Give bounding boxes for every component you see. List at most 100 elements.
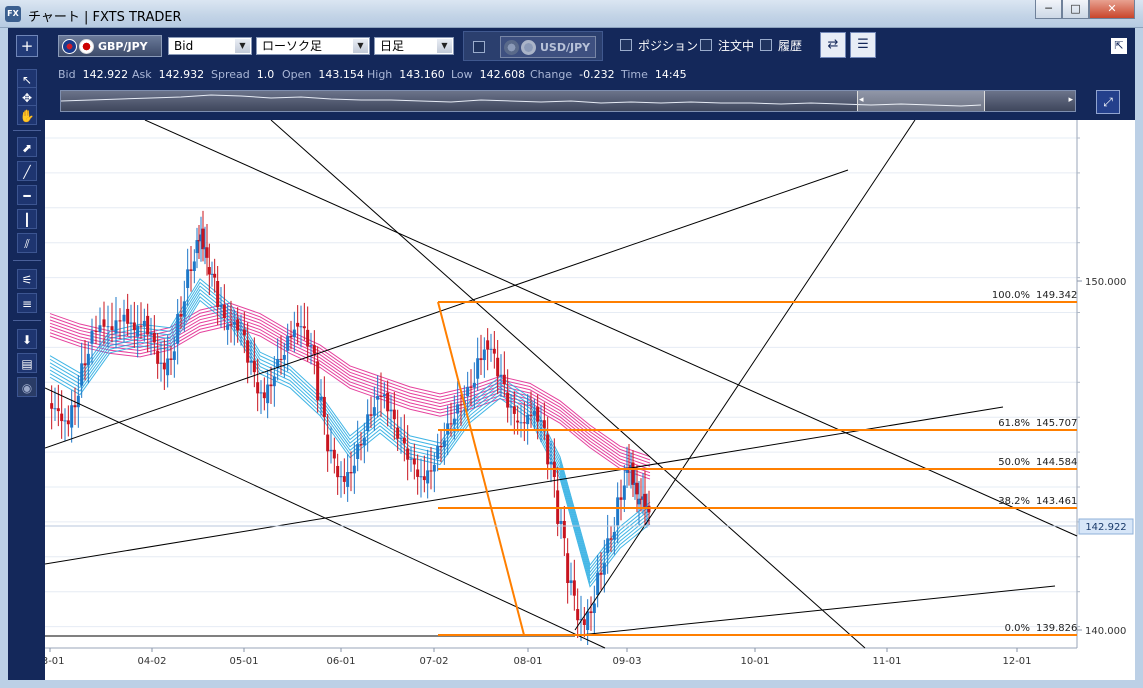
candle-down — [386, 392, 390, 412]
download-icon[interactable]: ⬇ — [17, 329, 37, 349]
bid-label: Bid — [58, 68, 76, 81]
candle-down — [546, 434, 550, 465]
fibo-level-price: 149.342 — [1036, 290, 1077, 301]
chart-canvas[interactable]: 150.000 140.000 03-01 04-02 05-01 06-01 07-02 0… — [45, 120, 1135, 680]
candle-down — [492, 348, 496, 354]
candle-down — [306, 329, 310, 347]
candle-up — [195, 240, 199, 254]
candle-up — [272, 376, 276, 387]
price-chart[interactable]: 150.000 140.000 03-01 04-02 05-01 06-01 07-02 0… — [45, 120, 1135, 680]
vertical-line-icon[interactable]: ┃ — [17, 209, 37, 229]
maximize-button[interactable]: □ — [1062, 0, 1089, 19]
candle-up — [372, 407, 376, 416]
chart-type-value: ローソク足 — [262, 39, 323, 53]
trendline-icon[interactable]: ╱ — [17, 161, 37, 181]
orders-checkbox[interactable] — [700, 39, 712, 51]
camera-icon[interactable]: ◉ — [17, 377, 37, 397]
candle-down — [512, 406, 516, 414]
x-tick-label: 07-02 — [419, 656, 448, 667]
candle-up — [616, 497, 620, 526]
price-type-select[interactable]: Bid ▼ — [168, 37, 252, 55]
high-value: 143.160 — [399, 68, 445, 81]
candle-down — [609, 538, 613, 540]
fibo-levels-icon[interactable]: ≡ — [17, 293, 37, 313]
chevron-left-icon[interactable]: ◂ — [859, 95, 864, 105]
chevron-right-icon[interactable]: ▸ — [1068, 95, 1073, 105]
drawing-tools-strip: ↖ ✥ ✋ ⬈ ╱ ━ ┃ ⫽ ⚟ ≡ ⬇ ▤ ◉ — [8, 64, 45, 680]
compare-pair-checkbox[interactable] — [473, 41, 485, 53]
candle-down — [289, 335, 293, 338]
candle-down — [60, 413, 64, 422]
candle-up — [159, 362, 163, 364]
hand-icon[interactable]: ✋ — [17, 105, 37, 125]
candle-up — [76, 395, 80, 408]
candle-down — [302, 326, 306, 329]
minimize-button[interactable]: ─ — [1035, 0, 1062, 19]
expand-chart-icon[interactable]: ⤢ — [1096, 90, 1120, 114]
horizontal-line-icon[interactable]: ━ — [17, 185, 37, 205]
candle-down — [50, 403, 54, 409]
candle-up — [426, 470, 430, 484]
candle-down — [73, 405, 77, 408]
x-tick-label: 11-01 — [872, 656, 901, 667]
candle-down — [349, 472, 353, 474]
current-price-label: 142.922 — [1085, 522, 1126, 533]
timeframe-select[interactable]: 日足 ▼ — [374, 37, 454, 55]
candle-down — [643, 493, 647, 507]
tool-separator — [13, 260, 41, 261]
fibo-level-percent: 100.0% — [992, 290, 1030, 301]
chart-settings-icon[interactable]: ⇄ — [820, 32, 846, 58]
pin-icon[interactable]: ⬈ — [17, 137, 37, 157]
currency-pair-button[interactable]: GBP/JPY — [58, 35, 162, 57]
candle-up — [70, 405, 74, 428]
candle-up — [309, 345, 313, 347]
ema-slow-line — [49, 305, 651, 461]
window-frame-bottom — [8, 680, 1135, 688]
candle-down — [216, 281, 220, 308]
candle-up — [186, 269, 190, 288]
candle-down — [326, 434, 330, 452]
candle-down — [162, 362, 166, 370]
price-type-value: Bid — [174, 39, 194, 53]
channel-icon[interactable]: ⫽ — [17, 233, 37, 253]
candle-up — [519, 422, 523, 424]
compare-pair-button[interactable]: USD/JPY — [500, 36, 596, 58]
candle-up — [352, 465, 356, 474]
ask-label: Ask — [132, 68, 152, 81]
candle-down — [619, 497, 623, 500]
list-icon[interactable]: ☰ — [850, 32, 876, 58]
chart-type-select[interactable]: ローソク足 ▼ — [256, 37, 370, 55]
ask-value: 142.932 — [158, 68, 205, 81]
exit-icon[interactable]: ⇱ — [1111, 38, 1127, 54]
candle-up — [149, 332, 153, 335]
low-label: Low — [451, 68, 473, 81]
window-titlebar: FX チャート | FXTS TRADER ─ □ ✕ — [0, 0, 1143, 28]
history-checkbox[interactable] — [760, 39, 772, 51]
candle-up — [182, 301, 186, 317]
candle-down — [207, 267, 211, 275]
crosshair-icon[interactable]: ✥ — [17, 87, 37, 107]
candle-down — [439, 445, 443, 448]
fibonacci-icon[interactable]: ⚟ — [17, 269, 37, 289]
candle-up — [499, 374, 503, 377]
y-tick-label: 150.000 — [1085, 277, 1126, 288]
add-chart-button[interactable]: + — [16, 35, 38, 57]
candle-down — [213, 273, 217, 278]
candle-up — [339, 476, 343, 478]
x-tick-label: 12-01 — [1002, 656, 1031, 667]
candle-down — [416, 469, 420, 477]
candle-down — [262, 392, 266, 399]
candle-down — [635, 482, 639, 495]
positions-checkbox[interactable] — [620, 39, 632, 51]
candle-up — [399, 437, 403, 439]
navigator-track[interactable]: ◂ ▸ — [60, 90, 1076, 112]
candle-up — [442, 440, 446, 448]
close-button[interactable]: ✕ — [1089, 0, 1135, 19]
cursor-icon[interactable]: ↖ — [17, 69, 37, 89]
navigator-range-handle[interactable] — [857, 91, 985, 111]
list-view-icon[interactable]: ▤ — [17, 353, 37, 373]
candle-down — [246, 340, 250, 363]
candle-down — [342, 476, 346, 482]
candle-down — [229, 324, 233, 326]
trend-line — [574, 120, 916, 631]
